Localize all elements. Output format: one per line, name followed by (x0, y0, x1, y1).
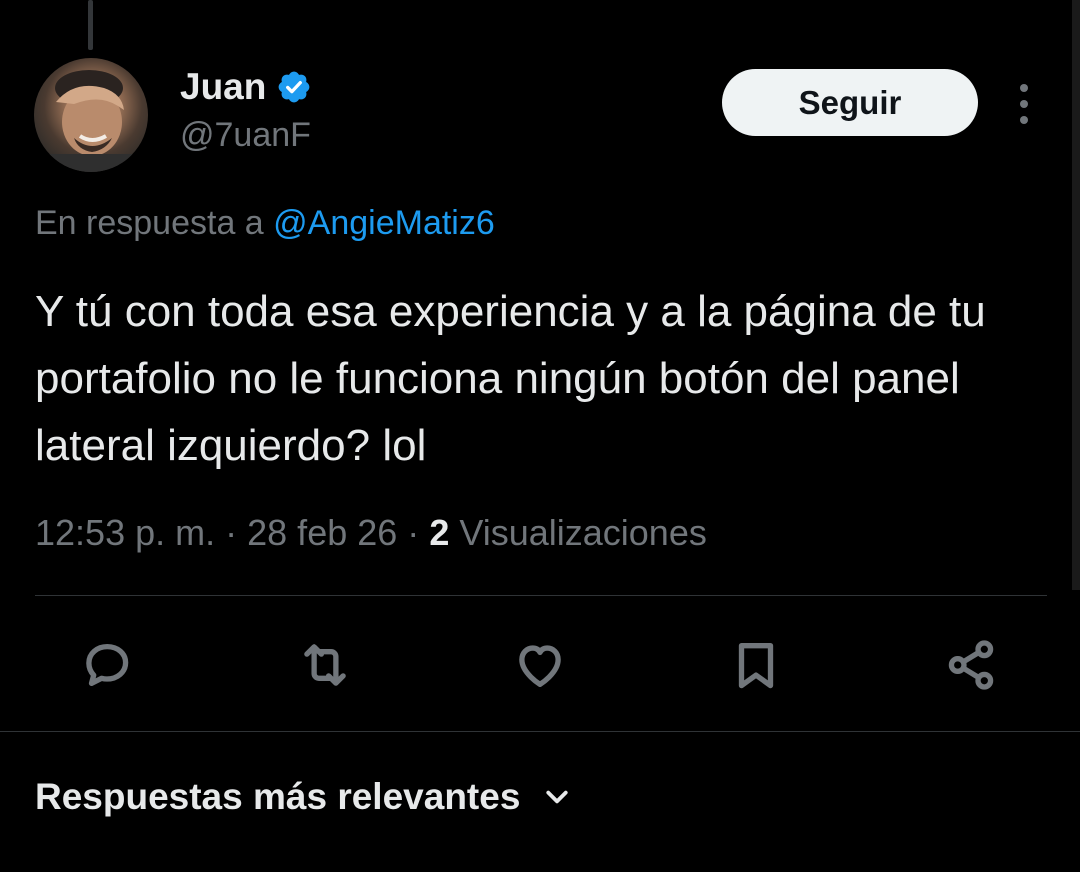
author-info[interactable]: Juan @7uanF (180, 64, 312, 155)
replies-sort-label[interactable]: Respuestas más relevantes (35, 776, 520, 818)
share-icon[interactable] (936, 630, 1006, 700)
divider (0, 731, 1080, 732)
meta-separator: · (225, 512, 238, 553)
chevron-down-icon[interactable] (542, 782, 572, 812)
views-count[interactable]: 2 (429, 512, 449, 553)
reply-mention-link[interactable]: @AngieMatiz6 (273, 204, 495, 242)
tweet-metadata: 12:53 p. m. · 28 feb 26 · 2 Visualizacio… (35, 512, 707, 554)
action-bar (0, 630, 1080, 700)
retweet-icon[interactable] (290, 630, 360, 700)
verified-badge-icon (278, 71, 310, 103)
avatar-photo (34, 70, 148, 172)
more-dot (1020, 84, 1028, 92)
views-label[interactable]: Visualizaciones (459, 512, 706, 553)
like-icon[interactable] (505, 630, 575, 700)
more-dot (1020, 100, 1028, 108)
reply-context: En respuesta a @AngieMatiz6 (35, 204, 495, 243)
tweet-time[interactable]: 12:53 p. m. (35, 512, 215, 553)
thread-connector-line (88, 0, 93, 50)
author-name[interactable]: Juan (180, 66, 266, 108)
divider (35, 595, 1047, 596)
reply-icon[interactable] (72, 630, 142, 700)
follow-button[interactable]: Seguir (722, 69, 978, 136)
more-vertical-icon[interactable] (1010, 84, 1038, 124)
tweet-text: Y tú con toda esa experiencia y a la pág… (35, 287, 986, 470)
more-dot (1020, 116, 1028, 124)
tweet-date[interactable]: 28 feb 26 (247, 512, 397, 553)
scrollbar[interactable] (1072, 0, 1080, 590)
meta-separator: · (407, 512, 420, 553)
reply-context-prefix: En respuesta a (35, 204, 264, 242)
replies-sort-dropdown[interactable]: Respuestas más relevantes (35, 776, 572, 818)
bookmark-icon[interactable] (721, 630, 791, 700)
author-handle[interactable]: @7uanF (180, 116, 312, 155)
avatar[interactable] (34, 58, 148, 172)
